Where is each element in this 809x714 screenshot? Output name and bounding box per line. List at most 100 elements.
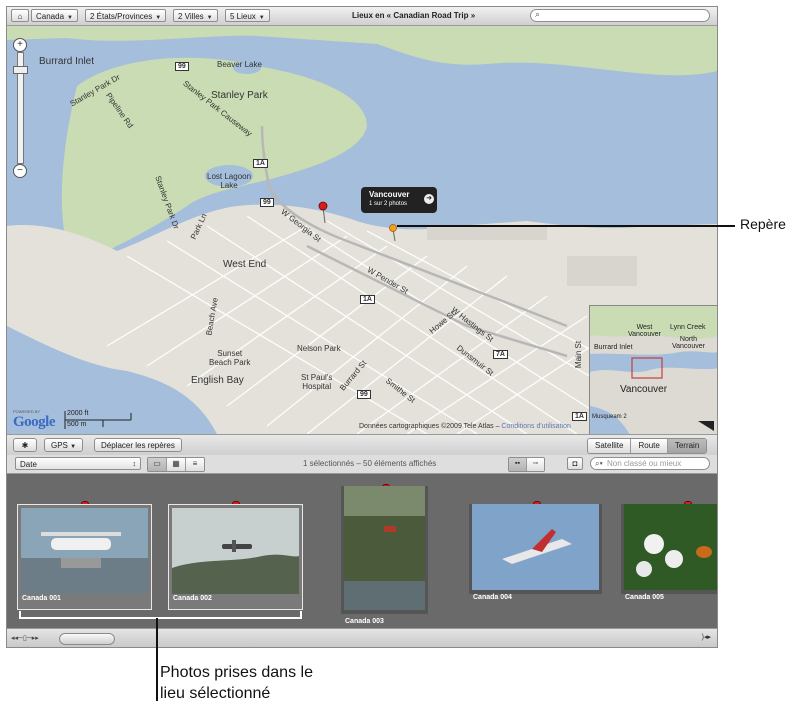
- crumb-country-label: Canada: [36, 12, 65, 21]
- scroll-arrows-icon[interactable]: )◂▸: [702, 633, 711, 641]
- pier: [427, 226, 547, 240]
- annotation-photos-line: [156, 618, 158, 701]
- pier: [567, 256, 637, 286]
- sort-select[interactable]: Date ↕: [15, 457, 141, 470]
- highway-shield: 1A: [253, 159, 268, 168]
- highway-shield: 99: [175, 62, 189, 71]
- yellow-pin-icon[interactable]: [389, 224, 397, 232]
- selection-bracket: [300, 611, 302, 619]
- photo-thumbnail[interactable]: Canada 001: [17, 504, 152, 610]
- photo-caption: Canada 001: [22, 595, 61, 602]
- zoom-in-button[interactable]: +: [13, 38, 27, 52]
- thumbnail-size-buttons: ▪▪ ▫▫: [508, 457, 545, 472]
- zoom-control: + −: [12, 38, 28, 178]
- place-callout[interactable]: Vancouver 1 sur 2 photos ➜: [361, 187, 437, 213]
- minimap-label: Vancouver: [620, 384, 668, 395]
- crumb-states[interactable]: 2 États/Provinces ▼: [85, 9, 167, 22]
- filmstrip-view-icon[interactable]: ▭: [148, 458, 167, 471]
- map-scale: 2000 ft 500 m: [63, 409, 133, 431]
- chevron-down-icon: ▼: [258, 15, 265, 21]
- map-label: Sunset Beach Park: [209, 349, 251, 367]
- highway-shield: 7A: [493, 350, 508, 359]
- highway-shield: 1A: [572, 412, 587, 421]
- large-thumbs-icon[interactable]: ▪▪: [509, 458, 527, 471]
- map-label: English Bay: [191, 375, 244, 386]
- map-label: St Paul's Hospital: [301, 373, 333, 391]
- red-pin-icon[interactable]: [318, 201, 328, 211]
- annotation-photos-line2: lieu sélectionné: [160, 685, 271, 702]
- places-window: ⌂ Canada ▼ 2 États/Provinces ▼ 2 Villes ▼ 5…: [6, 6, 718, 648]
- map-label: Stanley Park: [211, 90, 268, 101]
- map-label: Main St: [574, 340, 584, 369]
- photo-caption: Canada 003: [345, 618, 384, 625]
- camera-icon[interactable]: ◘: [567, 457, 583, 470]
- gps-label: GPS: [51, 441, 68, 450]
- photo-image: [344, 486, 425, 610]
- browser-toolbar: Date ↕ ▭ ▦ ≡ 1 sélectionnés – 50 éléments…: [7, 455, 717, 474]
- photo-thumbnail[interactable]: Canada 005: [621, 504, 717, 601]
- photo-image: [624, 504, 717, 590]
- terms-link[interactable]: Conditions d'utilisation: [501, 423, 570, 430]
- small-thumbs-icon[interactable]: ▫▫: [527, 458, 544, 471]
- annotation-pin-label: Repère: [740, 216, 786, 232]
- photo-caption: Canada 002: [173, 595, 212, 602]
- callout-subtitle: 1 sur 2 photos: [369, 201, 408, 207]
- map-toolbar: ✱ GPS ▼ Déplacer les repères Satellite R…: [7, 434, 717, 456]
- photo-thumbnail[interactable]: Canada 004: [469, 504, 602, 601]
- photo-thumbnail[interactable]: Canada 002: [168, 504, 303, 610]
- photo-browser: Canada 001 Canada 002 Canada 003 Canada …: [7, 474, 717, 628]
- rating-filter-field[interactable]: ⌕▾ Non classé ou mieux: [590, 457, 710, 470]
- chevron-down-icon: ▼: [206, 15, 213, 21]
- minimap-label: North Vancouver: [672, 336, 705, 350]
- photo-caption: Canada 005: [625, 594, 664, 601]
- photo-image: [21, 508, 148, 594]
- map-type-terrain[interactable]: Terrain: [667, 439, 707, 453]
- annotation-pin-line: [397, 225, 735, 227]
- places-search-field[interactable]: ⌕: [530, 9, 710, 22]
- minimap-label: Burrard Inlet: [594, 344, 633, 351]
- search-icon: ⌕: [535, 9, 541, 19]
- crumb-country[interactable]: Canada ▼: [31, 9, 78, 22]
- thumbnail-size-slider[interactable]: ◂◂─▯─▸▸: [11, 634, 39, 642]
- highway-shield: 1A: [360, 295, 375, 304]
- crumb-cities[interactable]: 2 Villes ▼: [173, 9, 218, 22]
- crumb-places-label: 5 Lieux: [230, 12, 256, 21]
- horizontal-scrollbar[interactable]: [59, 633, 115, 645]
- gps-button[interactable]: GPS ▼: [44, 438, 84, 452]
- arrow-right-icon[interactable]: ➜: [424, 194, 434, 204]
- zoom-slider-thumb[interactable]: [13, 66, 28, 74]
- move-pins-button[interactable]: Déplacer les repères: [94, 438, 182, 452]
- overview-minimap[interactable]: West Vancouver Lynn Creek North Vancouve…: [589, 305, 717, 434]
- zoom-out-button[interactable]: −: [13, 164, 27, 178]
- photo-thumbnail[interactable]: Canada 003: [341, 486, 428, 625]
- map-label: West End: [223, 259, 267, 270]
- map-label: Lost Lagoon Lake: [207, 172, 252, 190]
- map-type-route[interactable]: Route: [631, 439, 668, 453]
- view-mode-buttons: ▭ ▦ ≡: [147, 457, 205, 472]
- list-view-icon[interactable]: ≡: [186, 458, 204, 471]
- browser-bottom-bar: ◂◂─▯─▸▸ )◂▸: [7, 628, 717, 647]
- crumb-places[interactable]: 5 Lieux ▼: [225, 9, 270, 22]
- gear-icon[interactable]: ✱: [13, 438, 37, 452]
- highway-shield: 99: [260, 198, 274, 207]
- minimap-label: Musqueam 2: [592, 414, 627, 420]
- map-label: Burrard Inlet: [39, 56, 95, 67]
- updown-arrows-icon: ↕: [132, 461, 137, 468]
- selection-bracket: [19, 617, 302, 619]
- photo-image: [472, 504, 599, 590]
- selection-status: 1 sélectionnés – 50 éléments affichés: [303, 459, 437, 468]
- callout-title: Vancouver: [369, 190, 410, 199]
- annotation-photos-line1: Photos prises dans le: [160, 664, 313, 681]
- highway-shield: 99: [357, 390, 371, 399]
- attribution-text: Données cartographiques ©2009 Tele Atlas: [359, 423, 494, 430]
- sort-label: Date: [20, 460, 37, 469]
- map-type-segmented: Satellite Route Terrain: [587, 438, 708, 454]
- map-type-satellite[interactable]: Satellite: [588, 439, 632, 453]
- crumb-cities-label: 2 Villes: [178, 12, 204, 21]
- filter-placeholder: Non classé ou mieux: [607, 459, 682, 468]
- scale-ft: 2000 ft: [67, 410, 89, 417]
- crumb-states-label: 2 États/Provinces: [90, 12, 153, 21]
- grid-view-icon[interactable]: ▦: [167, 458, 186, 471]
- map-view[interactable]: 99 1A 99 1A 7A 99 1A Burrard Inlet Beave…: [7, 26, 717, 434]
- home-icon[interactable]: ⌂: [11, 9, 29, 22]
